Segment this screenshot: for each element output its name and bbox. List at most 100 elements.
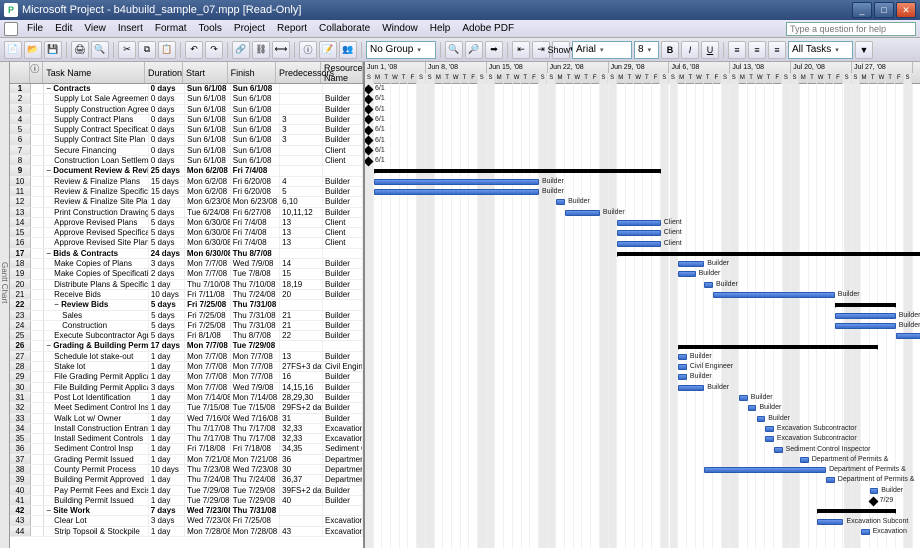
finish-cell[interactable]: Fri 6/20/08	[231, 177, 280, 186]
task-name-cell[interactable]: Sediment Control Insp	[44, 444, 149, 453]
task-row[interactable]: 5Supply Contract Specifications0 daysSun…	[10, 125, 363, 135]
maximize-button[interactable]: □	[874, 2, 894, 18]
save-icon[interactable]: 💾	[44, 41, 62, 59]
duration-cell[interactable]: 0 days	[149, 84, 185, 93]
res-cell[interactable]: Builder	[323, 208, 363, 217]
task-bar[interactable]	[704, 282, 713, 288]
task-name-cell[interactable]: Receive Bids	[44, 290, 149, 299]
task-name-cell[interactable]: Execute Subcontractor Agreements	[44, 331, 149, 340]
pred-cell[interactable]	[280, 300, 323, 309]
finish-cell[interactable]: Mon 7/7/08	[231, 372, 280, 381]
res-cell[interactable]: Excavation Sub	[323, 516, 363, 525]
row-number[interactable]: 44	[10, 527, 31, 536]
duration-cell[interactable]: 0 days	[149, 115, 185, 124]
info-cell[interactable]	[31, 125, 44, 134]
res-cell[interactable]: Department of P	[323, 465, 363, 474]
task-name-cell[interactable]: Building Permit Approved	[44, 475, 149, 484]
task-row[interactable]: 24Construction5 daysFri 7/25/08Thu 7/31/…	[10, 321, 363, 331]
timeline-header[interactable]: Jun 1, '08Jun 8, '08Jun 15, '08Jun 22, '…	[365, 62, 920, 84]
task-bar[interactable]	[835, 323, 896, 329]
finish-cell[interactable]: Tue 7/15/08	[231, 403, 280, 412]
link-icon[interactable]: 🔗	[232, 41, 250, 59]
info-cell[interactable]	[31, 496, 44, 505]
task-name-cell[interactable]: −Document Review & Revision	[44, 166, 148, 175]
pred-cell[interactable]	[280, 516, 323, 525]
finish-cell[interactable]: Thu 7/31/08	[231, 311, 280, 320]
row-number[interactable]: 23	[10, 311, 31, 320]
split-icon[interactable]: ⟷	[272, 41, 290, 59]
menu-collaborate[interactable]: Collaborate	[313, 21, 376, 36]
finish-cell[interactable]: Sun 6/1/08	[231, 105, 280, 114]
info-cell[interactable]	[31, 135, 44, 144]
row-number[interactable]: 9	[10, 166, 31, 175]
duration-cell[interactable]: 15 days	[149, 177, 185, 186]
task-row[interactable]: 16Approve Revised Site Plan5 daysMon 6/3…	[10, 238, 363, 248]
pred-cell[interactable]: 16	[280, 372, 323, 381]
duration-cell[interactable]: 5 days	[149, 300, 185, 309]
row-number[interactable]: 13	[10, 208, 31, 217]
task-name-cell[interactable]: File Grading Permit Application	[44, 372, 149, 381]
res-cell[interactable]: Builder	[323, 393, 363, 402]
row-number[interactable]: 40	[10, 486, 31, 495]
new-icon[interactable]: 📄	[4, 41, 22, 59]
row-number[interactable]: 6	[10, 135, 31, 144]
duration-cell[interactable]: 17 days	[149, 341, 185, 350]
pred-cell[interactable]: 27FS+3 days	[280, 362, 323, 371]
pred-cell[interactable]: 29FS+2 days,28	[280, 403, 323, 412]
task-row[interactable]: 22−Review Bids5 daysFri 7/25/08Thu 7/31/…	[10, 300, 363, 310]
start-cell[interactable]: Thu 7/17/08	[185, 424, 231, 433]
info-cell[interactable]	[31, 434, 44, 443]
start-cell[interactable]: Fri 7/11/08	[185, 290, 231, 299]
task-bar[interactable]	[678, 261, 704, 267]
pred-cell[interactable]: 14,15,16	[280, 383, 323, 392]
pred-cell[interactable]	[280, 105, 323, 114]
start-cell[interactable]: Sun 6/1/08	[185, 84, 231, 93]
task-row[interactable]: 36Sediment Control Insp1 dayFri 7/18/08F…	[10, 444, 363, 454]
start-cell[interactable]: Thu 7/23/08	[185, 465, 231, 474]
row-number[interactable]: 41	[10, 496, 31, 505]
task-bar[interactable]	[678, 364, 687, 370]
col-task-name[interactable]: Task Name	[43, 62, 145, 83]
finish-cell[interactable]: Sun 6/1/08	[231, 135, 280, 144]
pred-cell[interactable]: 3	[280, 115, 323, 124]
start-cell[interactable]: Tue 7/15/08	[185, 403, 231, 412]
row-number[interactable]: 5	[10, 125, 31, 134]
pred-cell[interactable]: 22	[280, 331, 323, 340]
info-cell[interactable]	[31, 218, 44, 227]
goto-icon[interactable]: ➡	[485, 41, 503, 59]
pred-cell[interactable]: 21	[280, 321, 323, 330]
start-cell[interactable]: Tue 6/24/08	[185, 208, 231, 217]
task-name-cell[interactable]: Pay Permit Fees and Excise Taxes	[44, 486, 149, 495]
info-cell[interactable]	[31, 372, 44, 381]
pred-cell[interactable]	[280, 341, 323, 350]
finish-cell[interactable]: Thu 7/31/08	[231, 506, 281, 515]
finish-cell[interactable]: Wed 7/16/08	[231, 414, 280, 423]
task-row[interactable]: 10Review & Finalize Plans15 daysMon 6/2/…	[10, 177, 363, 187]
task-bar[interactable]	[374, 189, 539, 195]
task-name-cell[interactable]: Schedule lot stake-out	[44, 352, 149, 361]
task-row[interactable]: 8Construction Loan Settlement0 daysSun 6…	[10, 156, 363, 166]
task-name-cell[interactable]: Distribute Plans & Specifications	[44, 280, 149, 289]
pred-cell[interactable]: 20	[280, 290, 323, 299]
res-cell[interactable]: Builder	[323, 496, 363, 505]
start-cell[interactable]: Mon 6/2/08	[185, 187, 231, 196]
info-cell[interactable]	[31, 341, 44, 350]
start-cell[interactable]: Mon 7/7/08	[185, 372, 231, 381]
info-cell[interactable]	[31, 238, 44, 247]
menu-tools[interactable]: Tools	[193, 21, 228, 36]
task-bar[interactable]	[835, 313, 896, 319]
finish-cell[interactable]: Wed 7/9/08	[231, 383, 280, 392]
res-cell[interactable]: Builder	[323, 383, 363, 392]
task-name-cell[interactable]: Print Construction Drawings	[44, 208, 149, 217]
finish-cell[interactable]: Mon 7/21/08	[231, 455, 280, 464]
minimize-button[interactable]: _	[852, 2, 872, 18]
menu-view[interactable]: View	[78, 21, 112, 36]
task-row[interactable]: 7Secure Financing0 daysSun 6/1/08Sun 6/1…	[10, 146, 363, 156]
start-cell[interactable]: Mon 7/7/08	[185, 269, 231, 278]
pred-cell[interactable]: 36,37	[280, 475, 323, 484]
pred-cell[interactable]: 13	[280, 228, 323, 237]
task-name-cell[interactable]: Approve Revised Site Plan	[44, 238, 149, 247]
finish-cell[interactable]: Thu 7/17/08	[231, 434, 280, 443]
task-bar[interactable]	[617, 241, 661, 247]
duration-cell[interactable]: 1 day	[149, 496, 185, 505]
